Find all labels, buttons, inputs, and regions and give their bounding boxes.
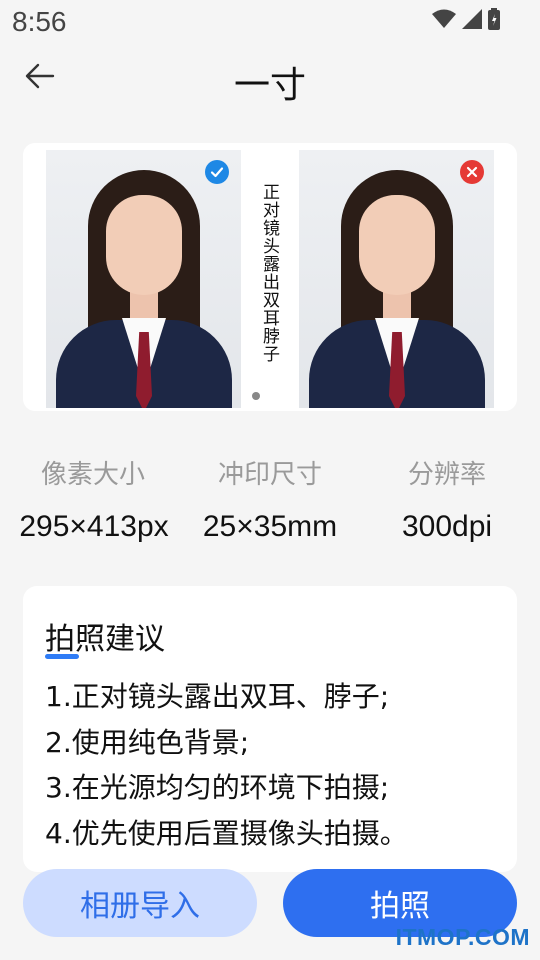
sample-card: 正对镜头露出双耳脖子: [23, 143, 517, 411]
photo-specs: 像素大小 冲印尺寸 分辨率 295×413px 25×35mm 300dpi: [0, 448, 540, 558]
album-import-button[interactable]: 相册导入: [23, 869, 257, 937]
tip-item: 2.使用纯色背景;: [45, 725, 250, 759]
wifi-icon: [432, 9, 456, 33]
good-example-photo: [46, 150, 241, 408]
status-bar: 8:56: [0, 0, 540, 44]
tips-card: 拍照建议 1.正对镜头露出双耳、脖子; 2.使用纯色背景; 3.在光源均匀的环境…: [23, 586, 517, 872]
spec-value-resolution: 300dpi: [401, 510, 493, 543]
carousel-dot: [252, 392, 260, 400]
bad-example-photo: [299, 150, 494, 408]
status-icons: [432, 8, 500, 34]
spec-label-pixel: 像素大小: [40, 460, 145, 490]
close-circle-icon: [460, 160, 484, 184]
tips-list: 1.正对镜头露出双耳、脖子; 2.使用纯色背景; 3.在光源均匀的环境下拍摄; …: [45, 674, 408, 856]
signal-icon: [462, 9, 482, 33]
tip-item: 3.在光源均匀的环境下拍摄;: [45, 771, 390, 804]
watermark-text: ITMOP.COM: [395, 924, 530, 950]
tip-item: 1.正对镜头露出双耳、脖子;: [45, 680, 390, 713]
spec-label-resolution: 分辨率: [407, 460, 486, 490]
tips-title: 拍照建议: [45, 622, 165, 657]
battery-icon: [488, 8, 500, 34]
page-title: 一寸: [233, 65, 306, 106]
tip-item: 4.优先使用后置摄像头拍摄。: [45, 816, 408, 850]
spec-value-pixel: 295×413px: [19, 510, 169, 543]
status-time: 8:56: [12, 6, 67, 37]
check-circle-icon: [205, 160, 229, 184]
photo-tip-vertical: 正对镜头露出双耳脖子: [259, 183, 279, 363]
app-header: 一寸: [0, 50, 540, 110]
title-underline: [45, 654, 79, 659]
spec-label-print: 冲印尺寸: [217, 460, 322, 490]
spec-value-print: 25×35mm: [202, 510, 338, 543]
